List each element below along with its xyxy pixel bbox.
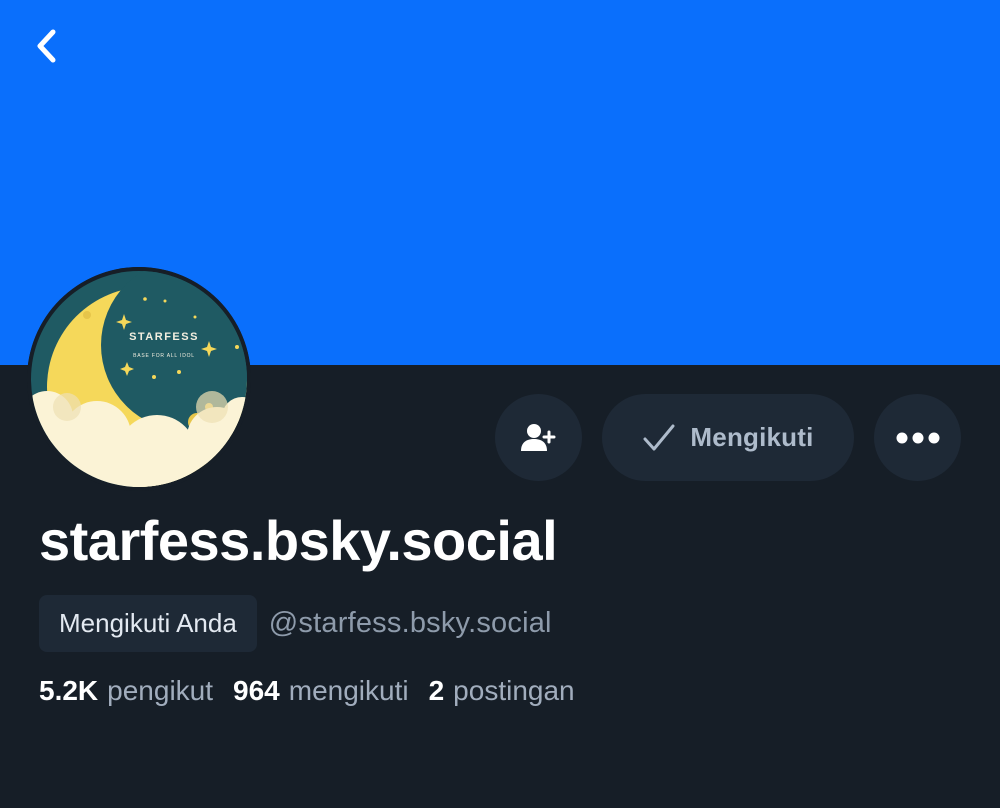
display-name: starfess.bsky.social <box>39 509 558 572</box>
profile-actions: Mengikuti <box>495 394 961 481</box>
handle: @starfess.bsky.social <box>268 607 552 639</box>
check-icon <box>643 424 675 450</box>
following-button-label: Mengikuti <box>690 422 814 452</box>
profile-meta: Mengikuti Anda @starfess.bsky.social <box>39 595 552 652</box>
posts-count: 2 <box>428 675 445 706</box>
posts-label: postingan <box>453 675 575 706</box>
avatar[interactable]: STARFESS BASE FOR ALL IDOL <box>27 267 251 491</box>
followers-count: 5.2K <box>39 675 99 706</box>
followers-label: pengikut <box>107 675 214 706</box>
followers-stat[interactable]: 5.2K pengikut <box>39 675 213 707</box>
svg-text:BASE FOR ALL IDOL: BASE FOR ALL IDOL <box>133 353 195 359</box>
starfess-logo: STARFESS BASE FOR ALL IDOL <box>27 267 251 491</box>
follows-you-badge: Mengikuti Anda <box>39 595 257 652</box>
more-horizontal-icon <box>896 432 939 443</box>
following-label: mengikuti <box>288 675 409 706</box>
chevron-left-icon <box>37 29 56 63</box>
add-to-list-button[interactable] <box>495 394 582 481</box>
following-stat[interactable]: 964 mengikuti <box>233 675 409 707</box>
following-count: 964 <box>233 675 280 706</box>
profile-stats: 5.2K pengikut 964 mengikuti 2 postingan <box>39 675 575 707</box>
svg-text:STARFESS: STARFESS <box>129 331 199 343</box>
profile-screen: STARFESS BASE FOR ALL IDOL Mengikuti sta… <box>0 0 1000 808</box>
person-add-icon <box>520 423 555 451</box>
back-button[interactable] <box>22 22 70 70</box>
posts-stat: 2 postingan <box>429 675 575 707</box>
following-button[interactable]: Mengikuti <box>602 394 854 481</box>
more-options-button[interactable] <box>874 394 961 481</box>
